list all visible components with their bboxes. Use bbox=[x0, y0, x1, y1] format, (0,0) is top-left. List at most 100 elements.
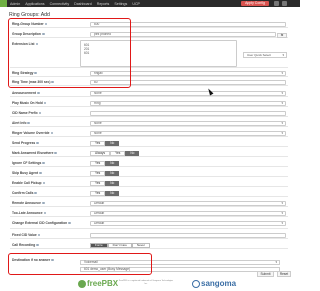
mark-answered-yes[interactable]: Yes bbox=[110, 150, 126, 156]
apply-config-button[interactable]: Apply Config bbox=[241, 0, 269, 7]
row-announcement: Announcement None bbox=[10, 89, 288, 97]
row-play-moh: Play Music On Hold Ring bbox=[10, 99, 288, 107]
info-icon[interactable] bbox=[34, 191, 38, 195]
freepbx-logo[interactable]: freePBX bbox=[78, 279, 118, 288]
call-recording-never[interactable]: Never bbox=[131, 242, 150, 248]
skip-busy-no[interactable]: No bbox=[105, 170, 120, 176]
nav-dashboard[interactable]: Dashboard bbox=[74, 2, 92, 6]
info-icon[interactable] bbox=[54, 151, 58, 155]
announcement-select[interactable]: None bbox=[90, 90, 286, 96]
mark-answered-no[interactable]: No bbox=[125, 150, 140, 156]
label-cid-name-prefix: CID Name Prefix bbox=[12, 111, 42, 115]
label-play-moh: Play Music On Hold bbox=[12, 101, 47, 105]
search-icon[interactable] bbox=[282, 1, 287, 6]
row-remote-announce: Remote Announce Default bbox=[10, 199, 288, 207]
sangoma-logo[interactable]: sangoma bbox=[192, 279, 236, 288]
call-pickup-no[interactable]: No bbox=[105, 180, 120, 186]
info-icon[interactable] bbox=[43, 101, 47, 105]
info-icon[interactable] bbox=[42, 181, 46, 185]
info-icon[interactable] bbox=[42, 201, 45, 205]
lookup-button[interactable]: ⇆ bbox=[277, 33, 287, 38]
call-pickup-yes[interactable]: Yes bbox=[90, 180, 106, 186]
label-remote-announce: Remote Announce bbox=[12, 201, 45, 205]
row-alert-info: Alert Info None bbox=[10, 119, 288, 127]
label-ringer-volume: Ringer Volume Override bbox=[12, 131, 54, 135]
info-icon[interactable] bbox=[43, 211, 47, 215]
row-send-progress: Send Progress Yes No bbox=[10, 139, 288, 147]
row-confirm-calls: Confirm Calls Yes No bbox=[10, 189, 288, 197]
info-icon[interactable] bbox=[36, 141, 39, 145]
user-icon[interactable] bbox=[274, 1, 279, 6]
label-change-ext-cid: Change External CID Configuration bbox=[12, 221, 71, 225]
row-too-late-announce: Too-Late Announce Default bbox=[10, 209, 288, 217]
row-change-ext-cid: Change External CID Configuration Defaul… bbox=[10, 219, 288, 229]
call-recording-toggle: Force Don't Care Never bbox=[90, 242, 150, 248]
top-nav-bar: Admin Applications Connectivity Dashboar… bbox=[0, 0, 300, 7]
info-icon[interactable] bbox=[68, 221, 71, 225]
ringer-volume-select[interactable]: None bbox=[90, 130, 286, 136]
nav-ucp[interactable]: UCP bbox=[132, 2, 140, 6]
label-send-progress: Send Progress bbox=[12, 141, 39, 145]
info-icon[interactable] bbox=[38, 111, 42, 115]
ignore-cf-yes[interactable]: Yes bbox=[90, 160, 106, 166]
row-fixed-cid: Fixed CID Value bbox=[10, 231, 288, 239]
label-announcement: Announcement bbox=[12, 91, 40, 95]
skip-busy-yes[interactable]: Yes bbox=[90, 170, 106, 176]
confirm-calls-toggle: Yes No bbox=[90, 190, 120, 196]
topbar-icons bbox=[274, 1, 287, 6]
nav-connectivity[interactable]: Connectivity bbox=[50, 2, 70, 6]
nav-admin[interactable]: Admin bbox=[10, 2, 20, 6]
row-skip-busy: Skip Busy Agent Yes No bbox=[10, 169, 288, 177]
change-ext-cid-select[interactable]: Default bbox=[90, 221, 286, 226]
highlight-box-bottom bbox=[8, 253, 152, 275]
label-mark-answered: Mark Answered Elsewhere bbox=[12, 151, 58, 155]
cid-name-prefix-input[interactable] bbox=[90, 110, 286, 116]
row-call-pickup: Enable Call Pickup Yes No bbox=[10, 179, 288, 187]
info-icon[interactable] bbox=[37, 91, 40, 95]
row-call-recording: Call Recording Force Don't Care Never bbox=[10, 241, 288, 249]
label-alert-info: Alert Info bbox=[12, 121, 31, 125]
highlight-box-top bbox=[8, 18, 131, 88]
ignore-cf-toggle: Yes No bbox=[90, 160, 120, 166]
info-icon[interactable] bbox=[50, 131, 54, 135]
label-ignore-cf: Ignore CF Settings bbox=[12, 161, 45, 165]
remote-announce-select[interactable]: Default bbox=[90, 200, 286, 206]
label-call-recording: Call Recording bbox=[12, 243, 39, 247]
nav-applications[interactable]: Applications bbox=[25, 2, 44, 6]
ignore-cf-no[interactable]: No bbox=[105, 160, 120, 166]
label-confirm-calls: Confirm Calls bbox=[12, 191, 38, 195]
footer-copyright: FreePBX is a registered trademark of San… bbox=[118, 280, 174, 285]
main-nav: Admin Applications Connectivity Dashboar… bbox=[10, 2, 140, 6]
mark-answered-always[interactable]: Always bbox=[90, 150, 111, 156]
call-pickup-toggle: Yes No bbox=[90, 180, 120, 186]
freepbx-logo-icon[interactable] bbox=[0, 0, 7, 7]
confirm-calls-no[interactable]: No bbox=[105, 190, 120, 196]
send-progress-yes[interactable]: Yes bbox=[90, 140, 106, 146]
reset-button[interactable]: Reset bbox=[277, 271, 291, 277]
row-ignore-cf: Ignore CF Settings Yes No bbox=[10, 159, 288, 167]
send-progress-no[interactable]: No bbox=[105, 140, 120, 146]
alert-info-select[interactable]: None bbox=[90, 120, 286, 126]
fixed-cid-input[interactable] bbox=[90, 232, 286, 238]
play-moh-select[interactable]: Ring bbox=[90, 100, 286, 106]
call-recording-dont-care[interactable]: Don't Care bbox=[107, 242, 132, 248]
nav-reports[interactable]: Reports bbox=[97, 2, 110, 6]
footer: freePBX FreePBX is a registered trademar… bbox=[0, 278, 300, 291]
row-mark-answered: Mark Answered Elsewhere Always Yes No bbox=[10, 149, 288, 157]
info-icon[interactable] bbox=[42, 161, 45, 165]
call-recording-force[interactable]: Force bbox=[90, 242, 108, 248]
info-icon[interactable] bbox=[36, 243, 39, 247]
nav-settings[interactable]: Settings bbox=[114, 2, 127, 6]
info-icon[interactable] bbox=[39, 171, 42, 175]
row-cid-name-prefix: CID Name Prefix bbox=[10, 109, 288, 117]
submit-button[interactable]: Submit bbox=[257, 271, 274, 277]
label-call-pickup: Enable Call Pickup bbox=[12, 181, 46, 185]
too-late-announce-select[interactable]: Default bbox=[90, 210, 286, 216]
user-quick-select[interactable]: User Quick Select bbox=[243, 52, 287, 58]
mark-answered-toggle: Always Yes No bbox=[90, 150, 140, 156]
sangoma-circle-icon bbox=[192, 279, 200, 288]
info-icon[interactable] bbox=[37, 233, 41, 237]
info-icon[interactable] bbox=[27, 121, 31, 125]
confirm-calls-yes[interactable]: Yes bbox=[90, 190, 106, 196]
send-progress-toggle: Yes No bbox=[90, 140, 120, 146]
